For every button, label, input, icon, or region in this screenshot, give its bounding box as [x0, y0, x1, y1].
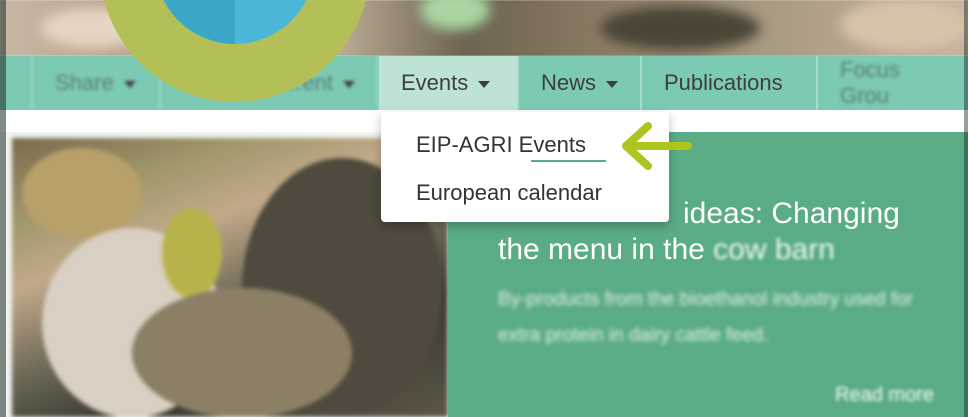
nav-item-news[interactable]: News: [519, 56, 642, 110]
nav-item-focus-groups[interactable]: Focus Grou: [818, 56, 968, 110]
dropdown-item-eip-agri-events[interactable]: EIP-AGRI Events: [416, 132, 586, 158]
nav-item-label: News: [541, 70, 597, 95]
hover-underline: [531, 160, 606, 162]
read-more-link[interactable]: Read more: [835, 384, 934, 407]
dropdown-item-european-calendar[interactable]: European calendar: [416, 180, 602, 206]
feature-title-line-2-blurred: cow barn: [713, 233, 835, 266]
caret-down-icon: [343, 81, 355, 88]
left-edge-border: [0, 0, 6, 417]
arrow-left-icon: [622, 122, 692, 170]
nav-item-label: Events: [401, 70, 469, 95]
nav-item-label: Publications: [664, 70, 783, 95]
caret-down-icon: [123, 81, 136, 88]
caret-down-icon: [606, 81, 619, 88]
caret-down-icon: [478, 81, 491, 88]
nav-item-events[interactable]: Events: [379, 56, 519, 110]
feature-description: By-products from the bioethanol industry…: [498, 289, 914, 346]
nav-item-label: Focus Grou: [840, 57, 900, 108]
right-edge-border: [964, 0, 968, 417]
feature-title-line-2: the menu in the: [498, 233, 705, 266]
nav-item-label: Share: [55, 70, 114, 95]
nav-item-publications[interactable]: Publications: [642, 56, 818, 110]
